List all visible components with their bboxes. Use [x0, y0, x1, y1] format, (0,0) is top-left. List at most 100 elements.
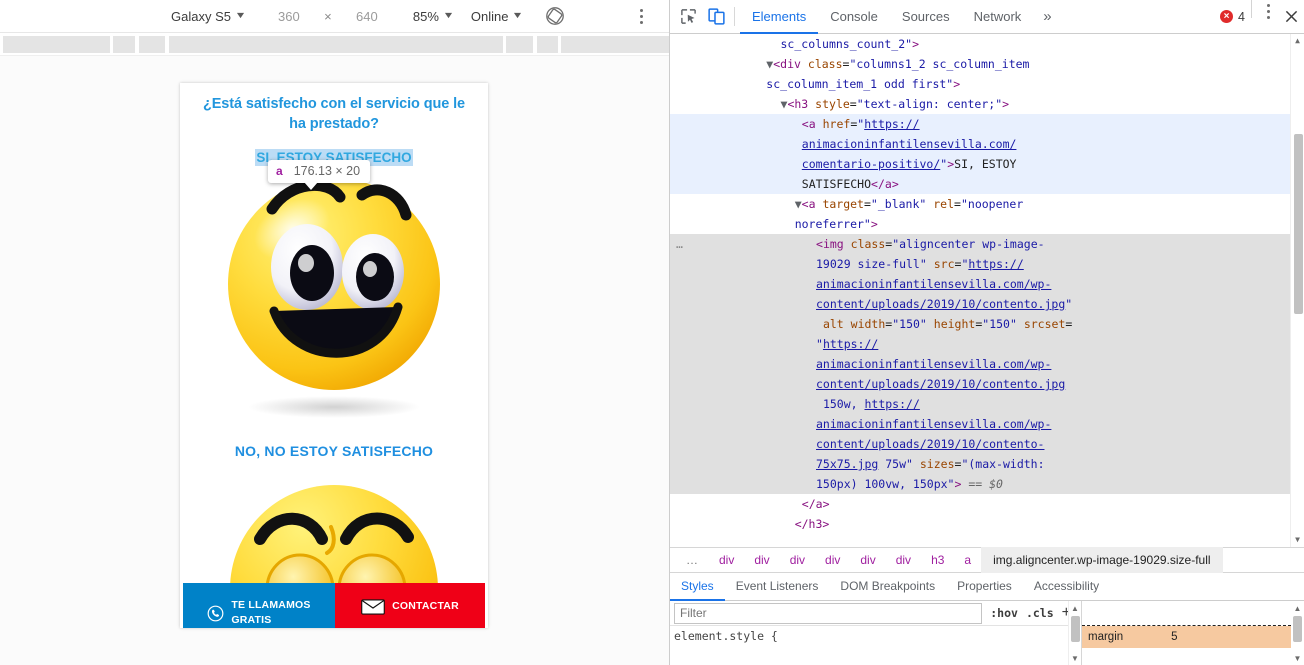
scrollbar-thumb[interactable]: [1294, 134, 1303, 314]
tab-elements[interactable]: Elements: [740, 0, 819, 34]
call-me-free-button[interactable]: TE LLAMAMOS GRATIS: [183, 583, 335, 628]
styles-tab-styles[interactable]: Styles: [670, 573, 725, 601]
box-model-scrollbar[interactable]: ▲ ▼: [1291, 601, 1304, 665]
media-query-segment[interactable]: [113, 36, 135, 53]
dom-tree-line-content: ▼<h3 style="text-align: center;">: [780, 97, 1010, 111]
dom-tree-line[interactable]: animacioninfantilensevilla.com/wp-: [670, 274, 1304, 294]
box-model-margin-row[interactable]: margin 5: [1082, 626, 1291, 648]
throttling-select[interactable]: Online ▼: [468, 0, 526, 33]
device-toolbar-toggle[interactable]: [702, 0, 730, 33]
media-query-segment[interactable]: [561, 36, 669, 53]
dom-tree-view[interactable]: sc_columns_count_2"> ▼<div class="columns…: [670, 34, 1304, 547]
dom-tree-line[interactable]: </h3>: [670, 514, 1304, 534]
dom-tree-line[interactable]: 150w, https://: [670, 394, 1304, 414]
contact-button[interactable]: CONTACTAR: [335, 583, 485, 628]
styles-tab-dom-breakpoints[interactable]: DOM Breakpoints: [829, 573, 946, 601]
media-query-inspector[interactable]: [0, 33, 669, 56]
device-select[interactable]: Galaxy S5 ▼: [168, 0, 248, 33]
dom-tree-line[interactable]: content/uploads/2019/10/contento-: [670, 434, 1304, 454]
scrollbar-thumb[interactable]: [1071, 616, 1080, 642]
dom-tree-line[interactable]: sc_column_item_1 odd first">: [670, 74, 1304, 94]
scroll-down-arrow[interactable]: ▼: [1291, 651, 1304, 665]
media-query-segment[interactable]: [537, 36, 558, 53]
viewport-width-input[interactable]: 360: [264, 0, 314, 33]
breadcrumb-item[interactable]: h3: [921, 553, 954, 567]
more-tabs-button[interactable]: »: [1033, 0, 1061, 33]
negative-answer-link[interactable]: NO, NO ESTOY SATISFECHO: [180, 443, 488, 459]
dom-tree-scrollbar[interactable]: ▲ ▼: [1290, 34, 1304, 547]
breadcrumb-item[interactable]: div: [815, 553, 850, 567]
dom-tree-line[interactable]: content/uploads/2019/10/contento.jpg": [670, 294, 1304, 314]
devtools-menu-button[interactable]: [1258, 0, 1278, 22]
styles-filter-input[interactable]: [674, 602, 983, 624]
dom-tree-line[interactable]: </a>: [670, 494, 1304, 514]
close-devtools-button[interactable]: [1278, 0, 1304, 33]
dom-tree-line[interactable]: animacioninfantilensevilla.com/wp-: [670, 414, 1304, 434]
envelope-icon: [361, 599, 385, 615]
breadcrumb-item[interactable]: div: [709, 553, 744, 567]
scrollbar-thumb[interactable]: [1293, 616, 1302, 642]
scroll-up-arrow[interactable]: ▲: [1069, 601, 1081, 615]
error-counter[interactable]: × 4: [1220, 0, 1247, 33]
styles-tab-accessibility[interactable]: Accessibility: [1023, 573, 1110, 601]
viewport-height-input[interactable]: 640: [342, 0, 392, 33]
dom-tree-line[interactable]: animacioninfantilensevilla.com/: [670, 134, 1304, 154]
rotate-icon: [546, 7, 565, 25]
scroll-up-arrow[interactable]: ▲: [1291, 34, 1304, 48]
styles-scrollbar[interactable]: ▲ ▼: [1068, 601, 1081, 665]
dom-tree-line[interactable]: ▼<div class="columns1_2 sc_column_item: [670, 54, 1304, 74]
dom-tree-line[interactable]: noreferrer">: [670, 214, 1304, 234]
dom-tree-line[interactable]: 19029 size-full" src="https://: [670, 254, 1304, 274]
breadcrumb-item[interactable]: div: [850, 553, 885, 567]
scroll-up-arrow[interactable]: ▲: [1291, 601, 1304, 615]
breadcrumb-item[interactable]: a: [954, 553, 981, 567]
dom-tree-line[interactable]: content/uploads/2019/10/contento.jpg: [670, 374, 1304, 394]
dom-tree-line[interactable]: SATISFECHO</a>: [670, 174, 1304, 194]
dom-tree-line[interactable]: comentario-positivo/">SI, ESTOY: [670, 154, 1304, 174]
styles-tab-event-listeners[interactable]: Event Listeners: [725, 573, 830, 601]
dom-tree-line-content: animacioninfantilensevilla.com/wp-: [816, 417, 1052, 431]
breadcrumb-item[interactable]: div: [744, 553, 779, 567]
dom-tree-line[interactable]: 150px) 100vw, 150px"> == $0: [670, 474, 1304, 494]
breadcrumb-item[interactable]: div: [780, 553, 815, 567]
media-query-segment[interactable]: [3, 36, 110, 53]
media-query-segment[interactable]: [139, 36, 165, 53]
force-state-button[interactable]: :hov: [990, 606, 1018, 620]
dom-tree-line[interactable]: ▼<h3 style="text-align: center;">: [670, 94, 1304, 114]
dimension-separator: ×: [324, 8, 332, 24]
dom-tree-line-content: 19029 size-full" src="https://: [816, 257, 1024, 271]
dom-tree-line[interactable]: alt width="150" height="150" srcset=: [670, 314, 1304, 334]
scroll-down-arrow[interactable]: ▼: [1291, 533, 1304, 547]
dom-tree-line[interactable]: … <img class="aligncenter wp-image-: [670, 234, 1304, 254]
scroll-down-arrow[interactable]: ▼: [1069, 651, 1081, 665]
dom-breadcrumb[interactable]: … div div div div div div h3 a img.aligncenter.wp…: [670, 547, 1304, 573]
element-style-rule[interactable]: element.style {: [670, 626, 1081, 643]
breadcrumb-item[interactable]: div: [886, 553, 921, 567]
dom-tree-ellipsis[interactable]: …: [676, 234, 684, 254]
dom-tree-line[interactable]: 75x75.jpg 75w" sizes="(max-width:: [670, 454, 1304, 474]
tab-console[interactable]: Console: [818, 0, 890, 34]
inspect-element-icon: [680, 9, 696, 24]
dom-tree-line[interactable]: ▼<a target="_blank" rel="noopener: [670, 194, 1304, 214]
tab-network[interactable]: Network: [962, 0, 1034, 34]
inspector-size-tooltip: a 176.13 × 20: [268, 160, 371, 183]
styles-tab-properties[interactable]: Properties: [946, 573, 1023, 601]
media-query-segment[interactable]: [506, 36, 533, 53]
element-classes-button[interactable]: .cls: [1026, 606, 1054, 620]
dom-tree-line[interactable]: animacioninfantilensevilla.com/wp-: [670, 354, 1304, 374]
dom-tree-line[interactable]: "https://: [670, 334, 1304, 354]
dom-tree-line-content: noreferrer">: [794, 217, 878, 231]
media-query-segment[interactable]: [169, 36, 503, 53]
dom-tree-line[interactable]: sc_columns_count_2">: [670, 34, 1304, 54]
inspect-element-button[interactable]: [674, 0, 702, 33]
dom-tree-line[interactable]: <a href="https://: [670, 114, 1304, 134]
device-toolbar-menu-button[interactable]: [631, 5, 651, 27]
breadcrumb-current[interactable]: img.aligncenter.wp-image-19029.size-full: [981, 547, 1223, 573]
tab-sources[interactable]: Sources: [890, 0, 962, 34]
margin-value[interactable]: 5: [1123, 631, 1177, 643]
happy-smiley-container[interactable]: [180, 171, 488, 421]
zoom-select[interactable]: 85% ▼: [410, 0, 456, 33]
breadcrumb-overflow[interactable]: …: [676, 553, 709, 567]
rotate-button[interactable]: [539, 0, 569, 33]
kebab-dot: [639, 8, 643, 12]
